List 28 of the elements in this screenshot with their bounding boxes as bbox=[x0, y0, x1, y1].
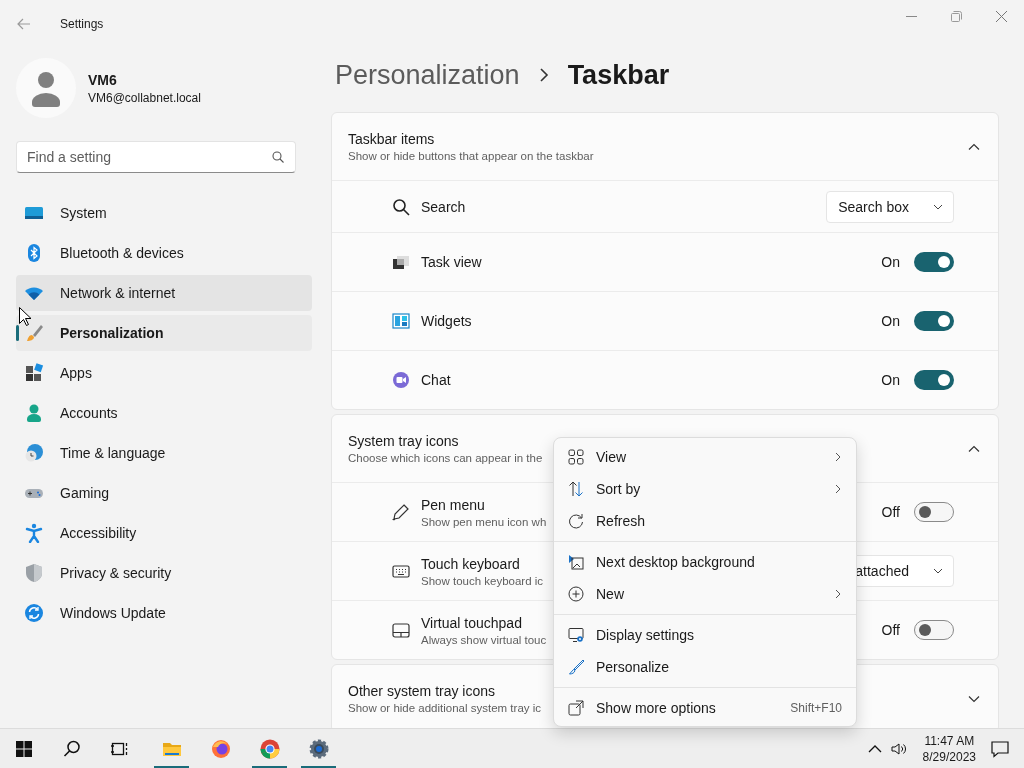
section-subtitle: Choose which icons can appear in the bbox=[348, 452, 543, 464]
setting-description: Show touch keyboard ic bbox=[421, 574, 544, 587]
setting-description: Always show virtual touc bbox=[421, 633, 547, 646]
window-title: Settings bbox=[60, 17, 104, 31]
toggle-state-label: On bbox=[881, 254, 900, 270]
setting-label: Chat bbox=[421, 372, 451, 388]
toggle-state-label: Off bbox=[881, 504, 900, 520]
dropdown-value: Search box bbox=[838, 198, 909, 215]
page-title: Taskbar bbox=[567, 59, 670, 91]
setting-label: Search bbox=[421, 198, 466, 215]
toggle-state-label: On bbox=[881, 313, 900, 329]
toggle-state-label: On bbox=[881, 372, 900, 388]
user-name: VM6 bbox=[88, 71, 118, 88]
section-title: System tray icons bbox=[348, 433, 460, 449]
setting-label: Virtual touchpad bbox=[421, 614, 523, 631]
toggle-state-label: Off bbox=[881, 622, 900, 638]
shortcut-hint: Shift+F10 bbox=[790, 701, 842, 715]
dropdown-value: attached bbox=[855, 563, 909, 579]
section-title: Other system tray icons bbox=[348, 683, 497, 699]
section-subtitle: Show or hide buttons that appear on the taskbar bbox=[348, 150, 594, 162]
setting-label: Pen menu bbox=[421, 496, 486, 513]
user-email: VM6@collabnet.local bbox=[88, 90, 201, 105]
section-subtitle: Show or hide additional system tray ic bbox=[348, 702, 542, 714]
setting-label: Task view bbox=[421, 254, 482, 270]
setting-label: Widgets bbox=[421, 313, 472, 329]
section-title: Taskbar items bbox=[348, 131, 436, 147]
setting-label: Touch keyboard bbox=[421, 555, 521, 572]
setting-description: Show pen menu icon wh bbox=[421, 515, 547, 528]
